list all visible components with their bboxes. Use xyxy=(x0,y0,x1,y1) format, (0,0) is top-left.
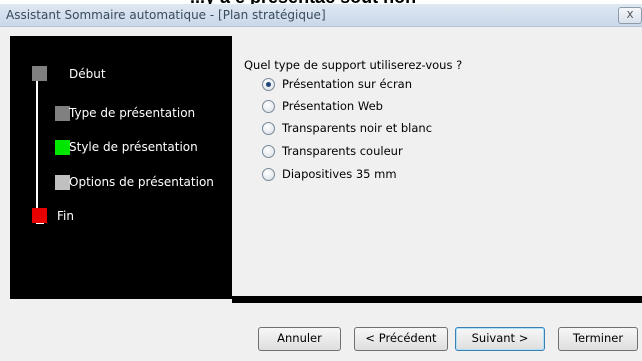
radio-option-web[interactable]: Présentation Web xyxy=(262,99,442,115)
previous-button[interactable]: < Précédent xyxy=(354,327,448,351)
radio-option-label: Présentation Web xyxy=(282,99,383,113)
radio-icon[interactable] xyxy=(262,145,275,158)
steps-connector-line xyxy=(36,70,38,222)
step-label-fin[interactable]: Fin xyxy=(57,209,74,223)
panel-bottom-bar xyxy=(232,296,642,303)
finish-button[interactable]: Terminer xyxy=(558,327,638,351)
step-marker-style xyxy=(55,140,70,155)
radio-selected-icon[interactable] xyxy=(262,78,275,91)
steps-panel: Début Type de présentation Style de prés… xyxy=(10,36,232,299)
radio-option-noir-blanc[interactable]: Transparents noir et blanc xyxy=(262,121,442,137)
window-title: Assistant Sommaire automatique - [Plan s… xyxy=(6,8,326,22)
radio-icon[interactable] xyxy=(262,100,275,113)
radio-icon[interactable] xyxy=(262,122,275,135)
radio-option-ecran[interactable]: Présentation sur écran xyxy=(262,77,442,93)
title-bar[interactable]: Assistant Sommaire automatique - [Plan s… xyxy=(0,4,642,27)
radio-icon[interactable] xyxy=(262,168,275,181)
question-label: Quel type de support utiliserez-vous ? xyxy=(244,58,463,72)
step-label-options[interactable]: Options de présentation xyxy=(69,175,214,189)
radio-option-label: Transparents couleur xyxy=(282,144,403,158)
step-label-style[interactable]: Style de présentation xyxy=(69,140,198,154)
radio-option-label: Transparents noir et blanc xyxy=(282,121,433,135)
step-label-type[interactable]: Type de présentation xyxy=(69,106,195,120)
close-button[interactable]: X xyxy=(618,7,642,24)
step-label-debut[interactable]: Début xyxy=(69,67,106,81)
cancel-button[interactable]: Annuler xyxy=(258,327,341,351)
step-marker-fin xyxy=(32,208,47,223)
radio-option-label: Présentation sur écran xyxy=(282,77,413,91)
radio-option-couleur[interactable]: Transparents couleur xyxy=(262,144,442,160)
radio-option-diapositives[interactable]: Diapositives 35 mm xyxy=(262,167,442,183)
step-marker-type xyxy=(55,106,70,121)
radio-option-label: Diapositives 35 mm xyxy=(282,167,397,181)
step-marker-options xyxy=(55,175,70,190)
close-icon: X xyxy=(626,10,634,21)
next-button[interactable]: Suivant > xyxy=(455,327,545,351)
step-marker-debut xyxy=(32,66,47,81)
